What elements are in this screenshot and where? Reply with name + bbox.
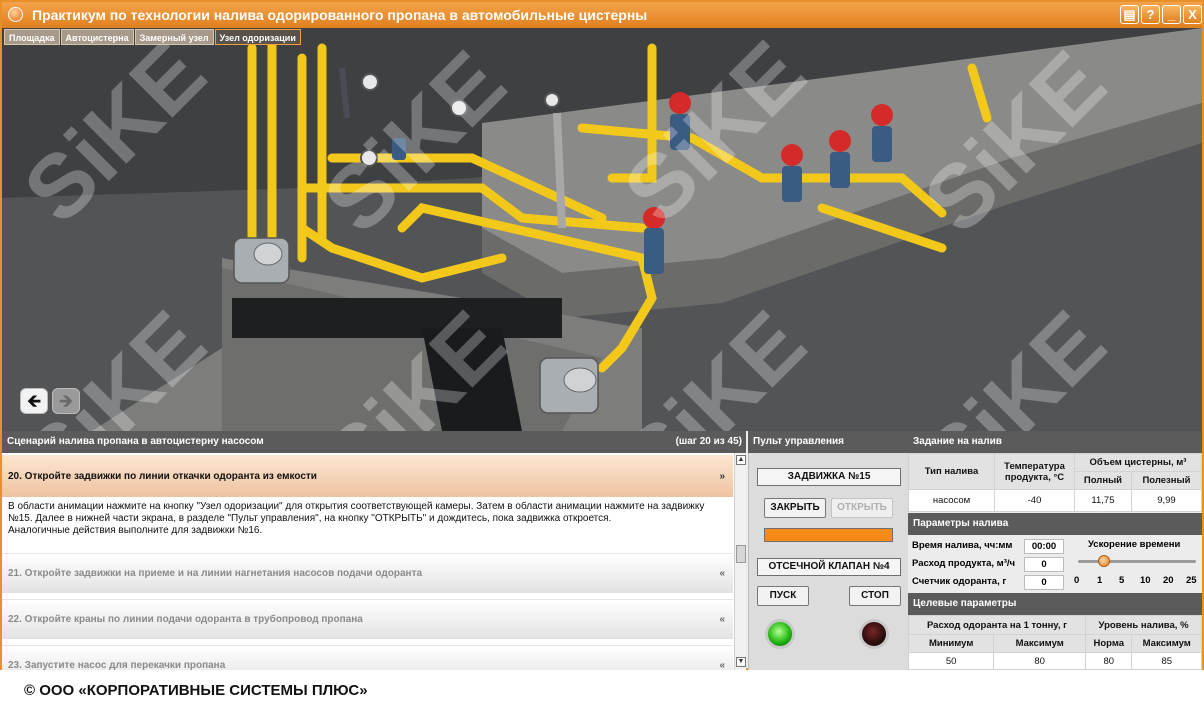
window-title: Практикум по технологии налива одорирова… — [32, 7, 648, 23]
valve-progress-fill — [765, 529, 892, 541]
fill-time-value: 00:00 — [1024, 539, 1064, 554]
chevron-down-icon[interactable]: » — [719, 471, 725, 482]
time-acceleration-label: Ускорение времени — [1088, 539, 1181, 550]
tab-site[interactable]: Площадка — [4, 29, 60, 45]
open-valve-button[interactable]: ОТКРЫТЬ — [831, 498, 893, 518]
manual-button[interactable]: ▤ — [1120, 5, 1139, 24]
chevron-up-icon[interactable]: « — [719, 614, 725, 625]
current-step-header[interactable]: 20. Откройте задвижки по линии откачки о… — [2, 455, 733, 497]
col-temperature: Температура продукта, °С — [994, 453, 1075, 490]
tick-label: 0 — [1074, 575, 1080, 586]
cutoff-valve-label: ОТСЕЧНОЙ КЛАПАН №4 — [757, 558, 901, 576]
col-norm: Норма — [1085, 634, 1133, 653]
scroll-down-icon[interactable]: ▼ — [736, 657, 746, 667]
chevron-up-icon[interactable]: « — [719, 660, 725, 670]
fill-params: Время налива, чч:мм 00:00 Расход продукт… — [908, 535, 1202, 593]
tick-label: 25 — [1186, 575, 1197, 586]
list-item[interactable]: 21. Откройте задвижки на приеме и на лин… — [2, 553, 733, 593]
list-item[interactable]: 23. Запустите насос для перекачки пропан… — [2, 645, 733, 670]
step-counter: (шаг 20 из 45) — [675, 436, 742, 447]
col-useful: Полезный — [1130, 471, 1203, 490]
chevron-up-icon[interactable]: « — [719, 568, 725, 579]
app-window: Практикум по технологии налива одорирова… — [0, 0, 1204, 670]
targets-header: Целевые параметры — [908, 593, 1202, 615]
flow-label: Расход продукта, м³/ч — [912, 558, 1016, 569]
odorant-counter-value: 0 — [1024, 575, 1064, 590]
col-tank-volume: Объем цистерны, м³ — [1074, 453, 1202, 472]
tick-label: 20 — [1163, 575, 1174, 586]
nav-forward-button[interactable]: 🡺 — [52, 388, 80, 414]
col-full: Полный — [1074, 471, 1132, 490]
cell-fill-type: насосом — [908, 489, 995, 512]
control-panel-header: Пульт управления — [748, 431, 908, 453]
help-button[interactable]: ? — [1141, 5, 1160, 24]
scene-tabs: Площадка Автоцистерна Замерный узел Узел… — [4, 29, 302, 45]
tick-label: 10 — [1140, 575, 1151, 586]
task-table: Тип налива Температура продукта, °С Объе… — [908, 453, 1203, 512]
fill-time-label: Время налива, чч:мм — [912, 540, 1013, 551]
tab-metering-unit[interactable]: Замерный узел — [134, 29, 214, 45]
valve-label: ЗАДВИЖКА №15 — [757, 468, 901, 486]
nav-back-button[interactable]: 🡸 — [20, 388, 48, 414]
col-max: Максимум — [993, 634, 1087, 653]
col-fill-level: Уровень налива, % — [1085, 615, 1202, 635]
tick-label: 1 — [1097, 575, 1103, 586]
close-valve-button[interactable]: ЗАКРЫТЬ — [764, 498, 826, 518]
odorant-counter-label: Счетчик одоранта, г — [912, 576, 1007, 587]
scenario-title: Сценарий налива пропана в автоцистерну н… — [7, 436, 264, 447]
tick-label: 5 — [1119, 575, 1125, 586]
cell-full-volume: 11,75 — [1074, 489, 1132, 512]
scroll-thumb[interactable] — [736, 545, 746, 563]
col-odorant-consumption: Расход одоранта на 1 тонну, г — [907, 615, 1087, 635]
tab-odorization-unit[interactable]: Узел одоризации — [214, 29, 301, 45]
valve-progress-bar — [764, 528, 893, 542]
scenario-scrollbar[interactable]: ▲ ▼ — [734, 453, 746, 670]
targets-table: Расход одоранта на 1 тонну, г Уровень на… — [907, 615, 1202, 670]
current-step-title: 20. Откройте задвижки по линии откачки о… — [8, 471, 317, 482]
slider-knob[interactable] — [1098, 555, 1110, 567]
app-logo-icon — [8, 7, 23, 22]
control-panel: ЗАДВИЖКА №15 ЗАКРЫТЬ ОТКРЫТЬ ОТСЕЧНОЙ КЛ… — [748, 453, 908, 670]
start-indicator-lamp — [765, 619, 795, 649]
stop-button[interactable]: СТОП — [849, 586, 901, 606]
time-acceleration-slider[interactable] — [1078, 555, 1196, 567]
col-max-level: Максимум — [1131, 634, 1202, 653]
col-min: Минимум — [907, 634, 995, 653]
col-fill-type: Тип налива — [908, 453, 995, 490]
cell-norm: 80 — [1085, 652, 1133, 670]
start-button[interactable]: ПУСК — [757, 586, 809, 606]
close-button[interactable]: X — [1183, 5, 1202, 24]
title-bar: Практикум по технологии налива одорирова… — [2, 2, 1202, 28]
scroll-up-icon[interactable]: ▲ — [736, 455, 746, 465]
scenario-header: Сценарий налива пропана в автоцистерну н… — [2, 431, 746, 453]
stop-indicator-lamp — [859, 619, 889, 649]
copyright-footer: © ООО «КОРПОРАТИВНЫЕ СИСТЕМЫ ПЛЮС» — [24, 682, 368, 699]
cell-max: 80 — [993, 652, 1087, 670]
3d-viewport[interactable]: SiKE SiKE SiKE SiKE SiKE SiKE SiKE SiKE … — [2, 28, 1202, 431]
minimize-button[interactable]: _ — [1162, 5, 1181, 24]
list-item[interactable]: 22. Откройте краны по линии подачи одора… — [2, 599, 733, 639]
tab-tank-truck[interactable]: Автоцистерна — [60, 29, 134, 45]
current-step-description: В области анимации нажмите на кнопку "Уз… — [8, 501, 705, 536]
flow-value: 0 — [1024, 557, 1064, 572]
params-header: Параметры налива — [908, 513, 1202, 535]
cell-max-level: 85 — [1131, 652, 1202, 670]
task-header: Задание на налив — [908, 431, 1202, 453]
cell-useful-volume: 9,99 — [1130, 489, 1203, 512]
cell-min: 50 — [907, 652, 995, 670]
cell-temperature: -40 — [994, 489, 1075, 512]
scenario-list: 20. Откройте задвижки по линии откачки о… — [2, 453, 746, 670]
scene-illustration: SiKE SiKE SiKE SiKE SiKE SiKE SiKE SiKE — [2, 28, 1202, 431]
